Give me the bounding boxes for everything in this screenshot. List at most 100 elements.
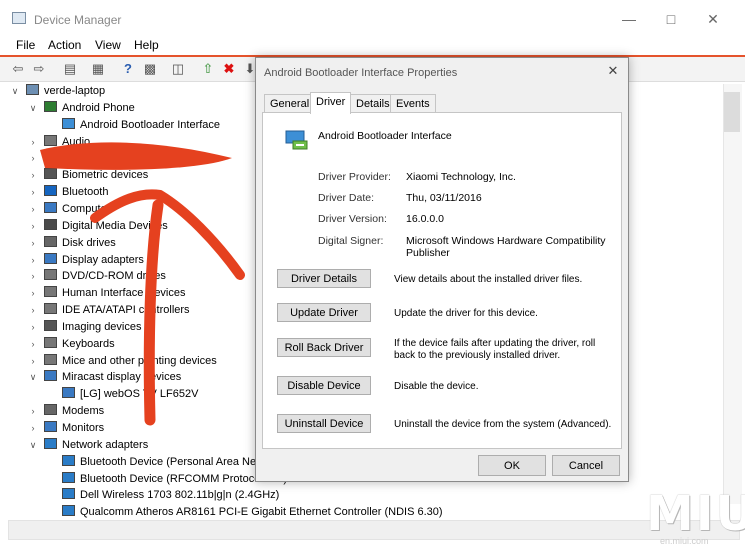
expand-right-icon[interactable]: › [28, 336, 38, 353]
monitor-icon [44, 421, 57, 432]
tree-node[interactable]: Bluetooth Device (RFCOMM Protocol TDI) [46, 471, 287, 488]
tree-node-label: Mice and other pointing devices [62, 354, 217, 367]
scrollbar[interactable] [723, 84, 742, 504]
expand-right-icon[interactable]: › [28, 420, 38, 437]
expand-down-icon[interactable]: ∨ [28, 437, 38, 454]
expand-right-icon[interactable]: › [28, 150, 38, 167]
disable-device-button[interactable]: Disable Device [277, 376, 371, 395]
expand-right-icon[interactable]: › [28, 201, 38, 218]
tree-node[interactable]: › Computer [28, 201, 110, 218]
show-hide-icon[interactable]: ▦ [90, 61, 106, 77]
update-driver-icon[interactable]: ⇧ [200, 61, 216, 77]
usb-device-icon [285, 130, 308, 150]
expand-right-icon[interactable]: › [28, 184, 38, 201]
expand-right-icon[interactable]: › [28, 285, 38, 302]
dvd-icon [44, 269, 57, 281]
tree-node-label: Biometric devices [62, 169, 149, 182]
tree-node[interactable]: › Audio [28, 134, 90, 151]
menu-file[interactable]: File [16, 38, 35, 52]
tree-node[interactable]: Dell Wireless 1703 802.11b|g|n (2.4GHz) [46, 487, 279, 504]
tree-node[interactable]: ∨ Android Phone [28, 100, 135, 117]
tree-node-label: Miracast display devices [62, 371, 182, 384]
scan-icon[interactable]: ◫ [170, 61, 186, 77]
field-label: Digital Signer: [318, 235, 384, 247]
expand-right-icon[interactable]: › [28, 218, 38, 235]
tree-node[interactable]: Android Bootloader Interface [46, 117, 220, 134]
tree-node[interactable]: › Bluetooth [28, 184, 108, 201]
keyboard-icon [44, 336, 57, 348]
field-label: Driver Date: [318, 192, 375, 204]
view-icon[interactable]: ▩ [142, 61, 158, 77]
tree-node[interactable]: › DVD/CD-ROM drives [28, 268, 166, 285]
tree-node-label: Qualcomm Atheros AR8161 PCI-E Gigabit Et… [80, 506, 443, 519]
forward-arrow-icon[interactable]: ⇨ [31, 61, 47, 77]
display-icon [44, 252, 57, 264]
tree-node-label: Dell Wireless 1703 802.11b|g|n (2.4GHz) [80, 489, 280, 502]
expand-down-icon[interactable]: ∨ [28, 369, 38, 386]
tree-node-label: Android Bootloader Interface [80, 118, 221, 131]
tab-general[interactable]: General [264, 94, 316, 113]
tab-driver[interactable]: Driver [310, 92, 352, 114]
expand-right-icon[interactable]: › [28, 235, 38, 252]
expand-right-icon[interactable]: › [28, 268, 38, 285]
properties-icon[interactable]: ▤ [62, 61, 78, 77]
tree-node[interactable]: ∨ Network adapters [28, 437, 148, 454]
computer-icon [26, 84, 39, 95]
tree-node[interactable]: › Monitors [28, 420, 104, 437]
roll-back-driver-button[interactable]: Roll Back Driver [277, 338, 371, 357]
menu-view[interactable]: View [95, 38, 121, 52]
driver-details-desc: View details about the installed driver … [394, 274, 583, 285]
expand-right-icon[interactable]: › [28, 252, 38, 269]
expand-down-icon[interactable]: ∨ [28, 100, 38, 117]
tree-node[interactable]: › Display adapters [28, 252, 144, 269]
tree-node[interactable]: › Keyboards [28, 336, 115, 353]
driver-details-button[interactable]: Driver Details [277, 269, 371, 288]
tree-node[interactable]: › Biometric devices [28, 167, 148, 184]
scrollbar-thumb[interactable] [724, 92, 740, 132]
expand-right-icon[interactable]: › [28, 353, 38, 370]
expand-right-icon[interactable]: › [28, 302, 38, 319]
field-value: Microsoft Windows Hardware Compatibility… [406, 235, 606, 259]
expand-right-icon[interactable]: › [28, 319, 38, 336]
expand-right-icon[interactable]: › [28, 403, 38, 420]
expand-down-icon[interactable]: ∨ [10, 83, 20, 100]
tree-node[interactable]: ∨ Miracast display devices [28, 369, 181, 386]
tree-node[interactable]: Qualcomm Atheros AR8161 PCI-E Gigabit Et… [46, 504, 443, 521]
tree-node[interactable]: › Modems [28, 403, 104, 420]
network-icon [44, 437, 57, 449]
tree-node[interactable]: Bluetooth Device (Personal Area Network) [46, 454, 286, 471]
tree-node[interactable]: › IDE ATA/ATAPI controllers [28, 302, 190, 319]
tree-node-label: Keyboards [62, 337, 115, 350]
tree-node[interactable]: › Imaging devices [28, 319, 142, 336]
uninstall-icon[interactable]: ✖ [221, 61, 237, 77]
tree-node[interactable]: ∨ verde-laptop [10, 83, 105, 100]
maximize-button[interactable]: □ [656, 8, 686, 30]
minimize-button[interactable]: — [614, 8, 644, 30]
expand-right-icon[interactable]: › [28, 167, 38, 184]
camera-icon [44, 319, 57, 331]
tree-node-label: Computer [62, 202, 111, 215]
tree-node[interactable]: › Human Interface Devices [28, 285, 186, 302]
network-icon [62, 488, 75, 500]
update-driver-button[interactable]: Update Driver [277, 303, 371, 322]
tab-details[interactable]: Details [350, 94, 396, 113]
ok-button[interactable]: OK [478, 455, 546, 476]
biometric-icon [44, 168, 57, 180]
tree-node[interactable]: › Disk drives [28, 235, 116, 252]
menu-action[interactable]: Action [48, 38, 81, 52]
help-icon[interactable]: ? [120, 61, 136, 77]
menu-help[interactable]: Help [134, 38, 159, 52]
tree-node[interactable]: › Mice and other pointing devices [28, 353, 217, 370]
tree-node[interactable]: › [28, 150, 62, 167]
expand-right-icon[interactable]: › [28, 134, 38, 151]
cancel-button[interactable]: Cancel [552, 455, 620, 476]
field-value: Thu, 03/11/2016 [406, 192, 482, 204]
tree-node[interactable]: [LG] webOS TV LF652V [46, 386, 198, 403]
menu-bar: File Action View Help [0, 36, 745, 55]
uninstall-device-button[interactable]: Uninstall Device [277, 414, 371, 433]
tab-events[interactable]: Events [390, 94, 436, 113]
dialog-close-icon[interactable]: ✕ [604, 62, 622, 80]
back-arrow-icon[interactable]: ⇦ [10, 61, 26, 77]
close-button[interactable]: ✕ [698, 8, 728, 30]
tree-node[interactable]: › Digital Media Devices [28, 218, 168, 235]
